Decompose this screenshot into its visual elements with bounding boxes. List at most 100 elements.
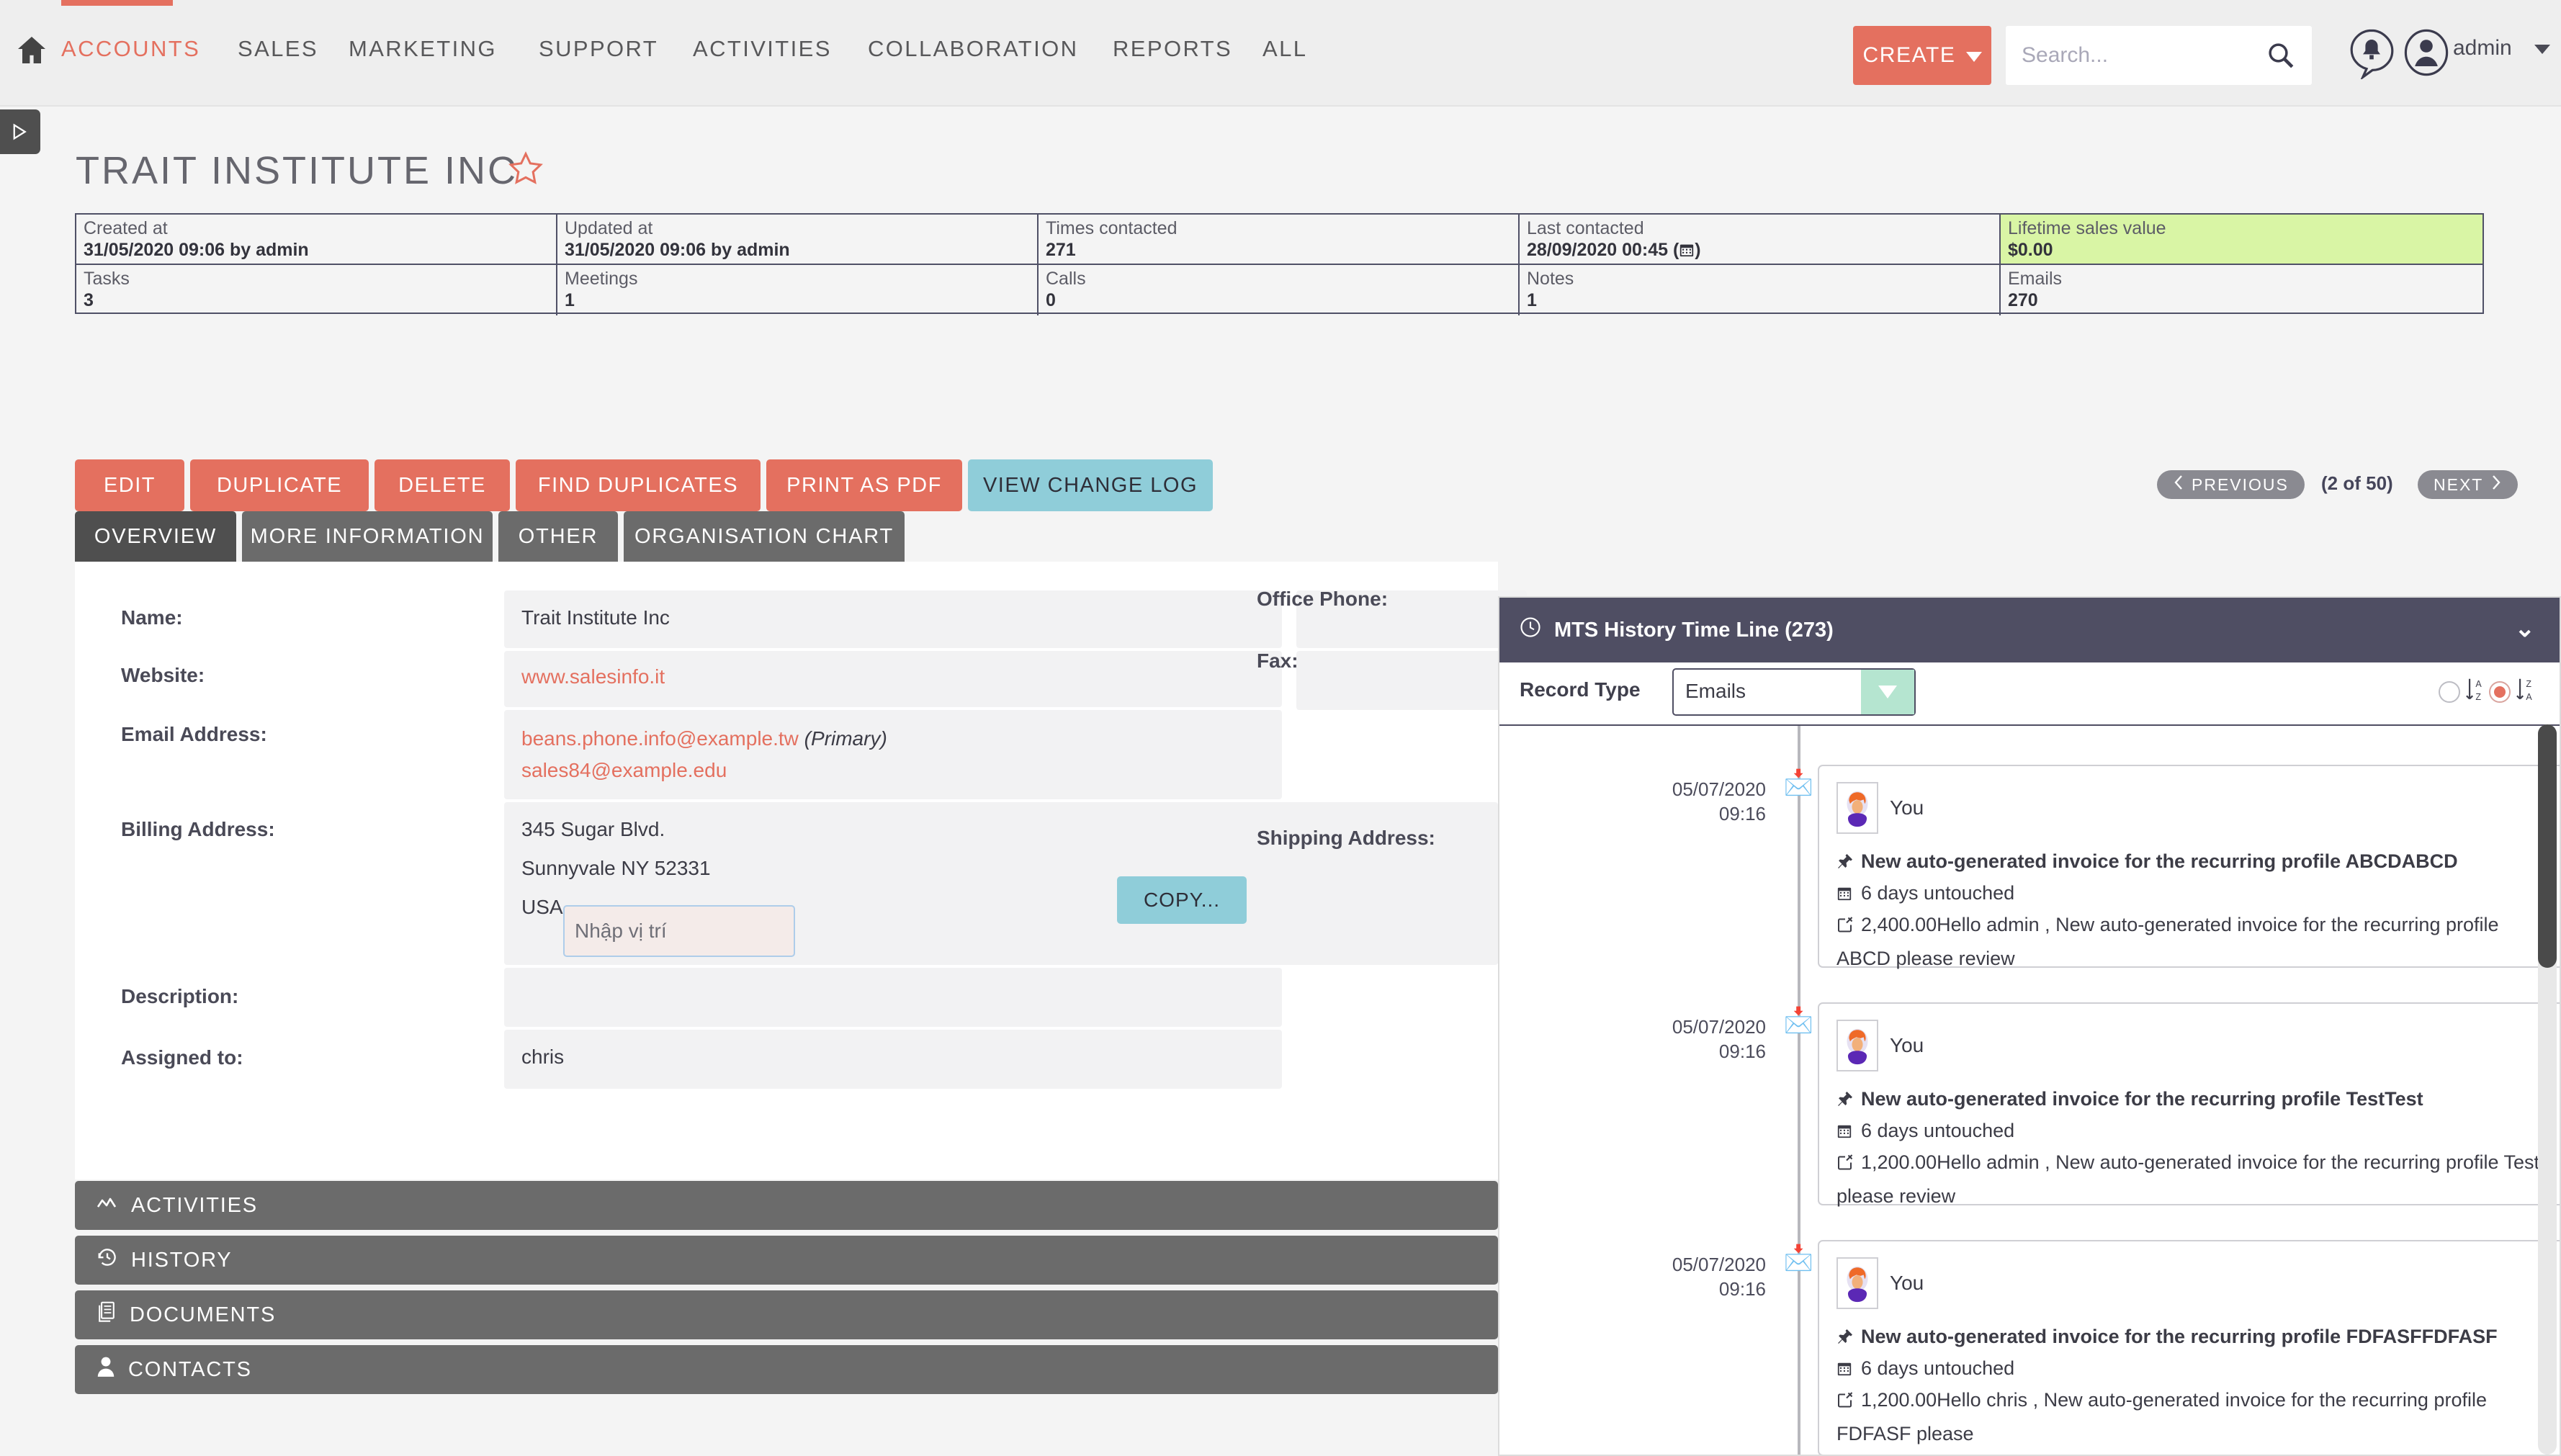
timeline-entry-card[interactable]: You New auto-generated invoice for the r… — [1818, 1002, 2560, 1207]
calendar-icon — [1836, 879, 1855, 911]
svg-text:Z: Z — [2526, 679, 2531, 689]
summary-value-text: 28/09/2020 00:45 ( — [1527, 240, 1679, 260]
summary-label: Created at — [84, 218, 168, 238]
user-avatar-icon[interactable] — [2404, 29, 2449, 76]
chevron-down-icon[interactable]: ⌄ — [2515, 616, 2536, 641]
summary-value: 0 — [1046, 290, 1056, 310]
calendar-icon — [1836, 1354, 1855, 1386]
chevron-left-icon — [2173, 475, 2184, 495]
timeline-entry-card[interactable]: You New auto-generated invoice for the r… — [1818, 1240, 2560, 1455]
section-history[interactable]: HISTORY — [75, 1236, 1498, 1285]
avatar — [1836, 782, 1878, 834]
search-icon[interactable] — [2266, 40, 2296, 71]
name-value: Trait Institute Inc — [504, 590, 1282, 648]
svg-text:A: A — [2475, 679, 2482, 689]
delete-button[interactable]: DELETE — [374, 459, 510, 511]
page-title: TRAIT INSTITUTE INC — [76, 149, 519, 192]
nav-item-reports[interactable]: REPORTS — [1113, 36, 1232, 62]
timeline-scrollbar-track[interactable] — [2538, 724, 2557, 1455]
chevron-right-icon — [2490, 475, 2502, 495]
summary-value: 31/05/2020 09:06 by admin — [565, 240, 790, 260]
timeline-entry-status-text: 6 days untouched — [1861, 882, 2015, 904]
nav-item-support[interactable]: SUPPORT — [539, 36, 658, 62]
timeline-entry-subject: New auto-generated invoice for the recur… — [1836, 1083, 2549, 1117]
search-input[interactable] — [2022, 26, 2259, 85]
summary-label: Calls — [1046, 269, 1086, 289]
copy-address-button[interactable]: COPY... — [1117, 876, 1247, 924]
previous-record-button[interactable]: PREVIOUS — [2157, 470, 2305, 499]
timeline-entry-list: 05/07/2020 09:16 📩 You New auto-generate… — [1499, 724, 2560, 1455]
summary-cell-meetings: Meetings 1 — [557, 265, 1039, 315]
view-change-log-button[interactable]: VIEW CHANGE LOG — [968, 459, 1213, 511]
global-search[interactable] — [2006, 26, 2312, 85]
find-duplicates-button[interactable]: FIND DUPLICATES — [516, 459, 761, 511]
next-record-button[interactable]: NEXT — [2418, 470, 2519, 499]
tab-organisation-chart[interactable]: ORGANISATION CHART — [624, 511, 905, 562]
tab-overview[interactable]: OVERVIEW — [75, 511, 236, 562]
edit-button[interactable]: EDIT — [75, 459, 184, 511]
sort-descending-icon[interactable]: Z A — [2515, 677, 2535, 706]
print-as-pdf-button[interactable]: PRINT AS PDF — [766, 459, 962, 511]
nav-item-all[interactable]: ALL — [1262, 36, 1307, 62]
avatar — [1836, 1020, 1878, 1071]
timeline-entry-user: You — [1836, 1257, 1924, 1309]
section-activities[interactable]: ACTIVITIES — [75, 1181, 1498, 1230]
assigned-to-value: chris — [504, 1030, 1282, 1089]
timeline-scrollbar-thumb[interactable] — [2538, 724, 2557, 968]
timeline-entry-subject-text: New auto-generated invoice for the recur… — [1861, 1088, 2423, 1110]
location-input[interactable] — [563, 905, 795, 957]
nav-item-sales[interactable]: SALES — [238, 36, 318, 62]
nav-item-activities[interactable]: ACTIVITIES — [693, 36, 832, 62]
summary-value: $0.00 — [2008, 240, 2053, 260]
duplicate-button[interactable]: DUPLICATE — [190, 459, 369, 511]
email-secondary-link[interactable]: sales84@example.edu — [521, 759, 727, 781]
website-link[interactable]: www.salesinfo.it — [521, 665, 665, 688]
section-contacts[interactable]: CONTACTS — [75, 1345, 1498, 1394]
timeline-controls: Record Type Emails A Z Z A — [1499, 662, 2560, 724]
description-value — [504, 968, 1282, 1027]
mts-history-timeline-panel: MTS History Time Line (273) ⌄ Record Typ… — [1498, 596, 2561, 1456]
create-button-label: CREATE — [1862, 43, 1956, 67]
star-icon[interactable] — [507, 150, 544, 187]
email-label: Email Address: — [121, 723, 267, 745]
summary-cell-last-contacted: Last contacted 28/09/2020 00:45 () — [1520, 215, 2001, 265]
nav-item-collaboration[interactable]: COLLABORATION — [868, 36, 1078, 62]
nav-item-marketing[interactable]: MARKETING — [349, 36, 497, 62]
sort-ascending-radio[interactable] — [2439, 680, 2460, 703]
timeline-entry-user: You — [1836, 782, 1924, 834]
email-value: beans.phone.info@example.tw (Primary) sa… — [504, 710, 1282, 799]
nav-item-accounts[interactable]: ACCOUNTS — [61, 36, 200, 62]
notifications-bell-icon[interactable] — [2349, 29, 2394, 81]
section-documents-label: DOCUMENTS — [130, 1303, 277, 1326]
email-primary-link[interactable]: beans.phone.info@example.tw — [521, 727, 799, 750]
tab-other[interactable]: OTHER — [498, 511, 618, 562]
summary-value: 3 — [84, 290, 94, 310]
tab-more-information[interactable]: MORE INFORMATION — [242, 511, 493, 562]
section-history-label: HISTORY — [131, 1248, 233, 1272]
summary-value: 1 — [565, 290, 575, 310]
billing-address-label: Billing Address: — [121, 818, 275, 840]
summary-label: Last contacted — [1527, 218, 1644, 238]
summary-label: Emails — [2008, 269, 2063, 289]
next-record-label: NEXT — [2434, 475, 2484, 494]
create-button[interactable]: CREATE — [1853, 26, 1991, 85]
timeline-entry: 05/07/2020 09:16 📩 You New auto-generate… — [1499, 1240, 2560, 1455]
billing-line-1: 345 Sugar Blvd. — [521, 818, 665, 840]
summary-label: Notes — [1527, 269, 1574, 289]
timeline-entry-card[interactable]: You New auto-generated invoice for the r… — [1818, 765, 2560, 969]
record-type-select[interactable]: Emails — [1672, 668, 1916, 716]
sort-ascending-icon[interactable]: A Z — [2464, 677, 2485, 706]
chevron-down-icon — [1965, 43, 1982, 68]
shipping-address-value — [1296, 877, 1527, 963]
home-icon[interactable] — [12, 30, 52, 71]
summary-value-suffix: ) — [1695, 240, 1701, 260]
timeline-entry-time: 09:16 — [1718, 1041, 1766, 1062]
website-label: Website: — [121, 664, 205, 686]
summary-cell-lifetime-sales-value: Lifetime sales value $0.00 — [2001, 215, 2482, 265]
timeline-entry-body: 1,200.00Hello admin , New auto-generated… — [1836, 1146, 2549, 1212]
user-menu-caret-icon[interactable] — [2534, 45, 2550, 54]
user-menu-label[interactable]: admin — [2453, 36, 2512, 60]
timeline-entry-status-text: 6 days untouched — [1861, 1120, 2015, 1141]
sort-descending-radio[interactable] — [2489, 680, 2511, 703]
section-documents[interactable]: DOCUMENTS — [75, 1290, 1498, 1339]
